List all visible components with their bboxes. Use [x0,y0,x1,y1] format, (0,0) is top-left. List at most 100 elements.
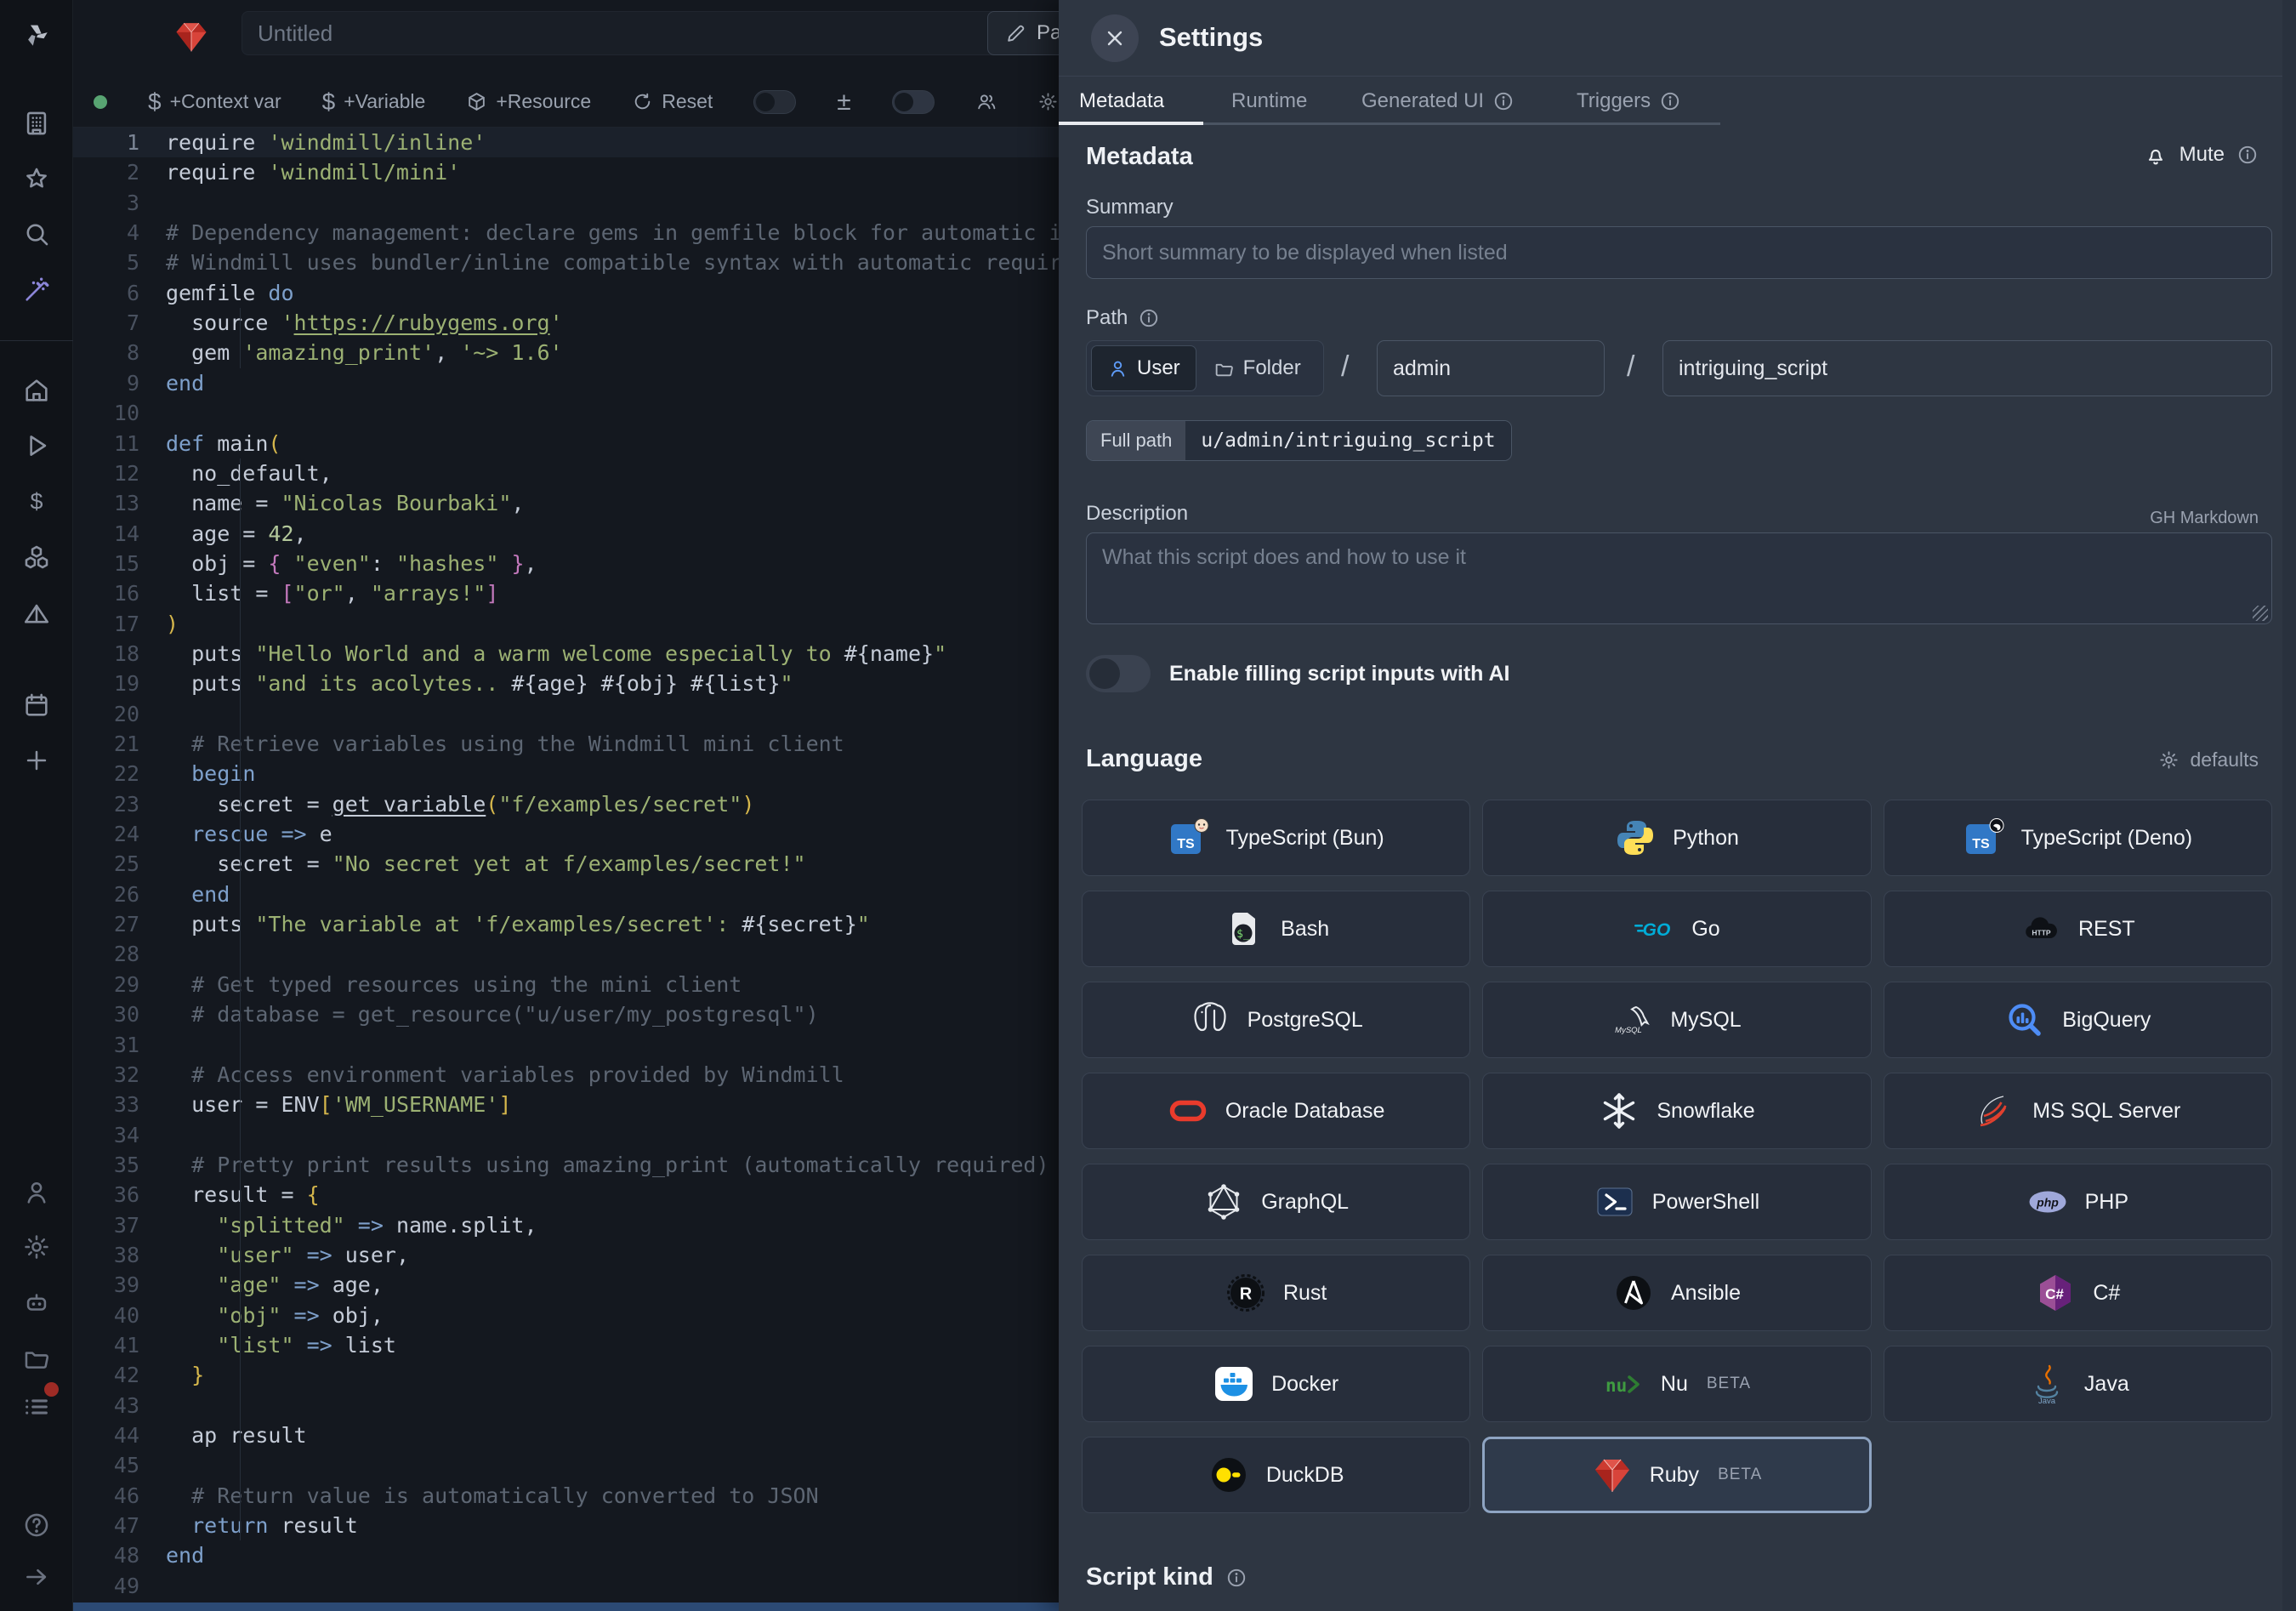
language-card-snowflake[interactable]: Snowflake [1482,1073,1871,1149]
code-text: gemfile do [166,278,294,308]
code-text: require 'windmill/mini' [166,157,460,187]
language-card-c-[interactable]: C#C# [1884,1255,2272,1331]
sidebar-workspace-building-icon[interactable] [0,104,73,143]
code-text: gem 'amazing_print', '~> 1.6' [166,338,563,367]
code-line: 43 [73,1391,1059,1420]
notification-badge [44,1382,59,1397]
sidebar-collapse-arrow-icon[interactable] [0,1557,73,1597]
mute-button[interactable]: Mute [2144,143,2259,167]
code-text: def main( [166,429,281,458]
language-defaults-button[interactable]: defaults [2158,749,2259,771]
drawer-scrollbar[interactable] [2282,0,2296,1611]
line-number: 29 [73,970,139,999]
language-card-ms-sql-server[interactable]: MS SQL Server [1884,1073,2272,1149]
description-textarea[interactable] [1086,532,2272,624]
language-card-label: TypeScript (Bun) [1226,826,1384,851]
language-card-php[interactable]: phpPHP [1884,1164,2272,1240]
language-card-ansible[interactable]: Ansible [1482,1255,1871,1331]
textarea-resize-handle[interactable] [2253,606,2268,621]
language-card-label: DuckDB [1266,1463,1344,1488]
sidebar-ai-wand-icon[interactable] [0,270,73,310]
language-card-mysql[interactable]: MySQLMySQL [1482,982,1871,1058]
sidebar-audit-logs-icon[interactable] [0,1387,73,1426]
tab-generated-ui[interactable]: Generated UI [1361,77,1515,125]
line-number: 12 [73,458,139,488]
language-card-rest[interactable]: HTTPREST [1884,891,2272,967]
language-card-docker[interactable]: Docker [1082,1346,1470,1422]
owner-kind-folder-button[interactable]: Folder [1198,345,1316,391]
sidebar-folders-icon[interactable] [0,1339,73,1378]
tab-triggers[interactable]: Triggers [1577,77,1681,125]
sidebar-variables-dollar-icon[interactable]: $ [0,482,73,521]
code-text: "splitted" => name.split, [166,1210,537,1240]
script-title-input[interactable] [242,11,1026,55]
ai-fill-toggle[interactable] [1086,655,1151,692]
code-line: 15 obj = { "even": "hashes" }, [73,549,1059,578]
diff-mode-toggle[interactable] [753,90,796,114]
tab-runtime[interactable]: Runtime [1231,77,1307,125]
language-card-bigquery[interactable]: BigQuery [1884,982,2272,1058]
language-card-bash[interactable]: $_Bash [1082,891,1470,967]
multiplayer-toggle[interactable] [892,90,935,114]
line-number: 28 [73,939,139,969]
bigquery-icon [2004,999,2045,1040]
sidebar-runs-play-icon[interactable] [0,426,73,465]
sidebar-help-icon[interactable] [0,1506,73,1545]
full-path-value: u/admin/intriguing_script [1185,421,1510,460]
editor-settings-gear-icon[interactable] [1037,91,1059,112]
reset-button[interactable]: Reset [632,90,713,113]
full-path-badge: Full path u/admin/intriguing_script [1086,420,1512,461]
summary-label: Summary [1086,196,1174,219]
code-editor[interactable]: 1require 'windmill/inline'2require 'wind… [73,128,1059,1602]
owner-kind-user-button[interactable]: User [1091,345,1196,391]
add-resource-button[interactable]: +Resource [466,90,591,113]
windmill-app: $ Path u/admin/intriguing_script $ +Cont… [0,0,2296,1611]
language-card-typescript-bun-[interactable]: TSTypeScript (Bun) [1082,800,1470,876]
tab-metadata[interactable]: Metadata [1079,77,1164,125]
dollar-icon: $ [322,88,336,116]
sidebar-settings-gear-icon[interactable] [0,1227,73,1267]
info-icon [1225,1567,1247,1589]
sidebar-home-icon[interactable] [0,371,73,410]
sidebar-user-icon[interactable] [0,1173,73,1212]
full-path-label: Full path [1087,421,1185,460]
language-card-nu[interactable]: nuNuBETA [1482,1346,1871,1422]
code-line: 11def main( [73,429,1059,458]
line-number: 43 [73,1391,139,1420]
sidebar-favorites-star-icon[interactable] [0,160,73,199]
code-text: secret = get_variable("f/examples/secret… [166,789,754,819]
sidebar-resources-cubes-icon[interactable] [0,538,73,577]
language-card-python[interactable]: Python [1482,800,1871,876]
language-card-java[interactable]: JavaJava [1884,1346,2272,1422]
path-name-input[interactable] [1662,340,2272,396]
sidebar-workers-robot-icon[interactable] [0,1283,73,1322]
sidebar-triggers-prism-icon[interactable] [0,595,73,634]
code-text: # Get typed resources using the mini cli… [166,970,742,999]
editor-bottom-splitter[interactable] [73,1602,1059,1611]
language-card-rust[interactable]: RRust [1082,1255,1470,1331]
code-text: # Pretty print results using amazing_pri… [166,1150,1049,1180]
close-button[interactable] [1091,14,1139,62]
line-number: 7 [73,308,139,338]
sidebar-schedules-calendar-icon[interactable] [0,686,73,725]
beta-badge: BETA [1718,1466,1762,1484]
add-context-var-button[interactable]: $ +Context var [148,88,281,116]
language-card-duckdb[interactable]: DuckDB [1082,1437,1470,1513]
sidebar-add-plus-icon[interactable] [0,741,73,780]
code-text: user = ENV['WM_USERNAME'] [166,1090,511,1119]
language-card-go[interactable]: GOGo [1482,891,1871,967]
summary-input[interactable] [1086,226,2272,279]
language-card-oracle-database[interactable]: Oracle Database [1082,1073,1470,1149]
language-card-powershell[interactable]: PowerShell [1482,1164,1871,1240]
language-card-postgresql[interactable]: PostgreSQL [1082,982,1470,1058]
language-card-graphql[interactable]: GraphQL [1082,1164,1470,1240]
sidebar-search-icon[interactable] [0,214,73,253]
language-card-typescript-deno-[interactable]: TSTypeScript (Deno) [1884,800,2272,876]
line-number: 15 [73,549,139,578]
path-owner-input[interactable] [1377,340,1605,396]
language-card-ruby[interactable]: RubyBETA [1482,1437,1871,1513]
language-card-label: Docker [1271,1372,1338,1397]
code-line: 24 rescue => e [73,819,1059,849]
add-variable-button[interactable]: $ +Variable [322,88,426,116]
dollar-icon: $ [148,88,162,116]
